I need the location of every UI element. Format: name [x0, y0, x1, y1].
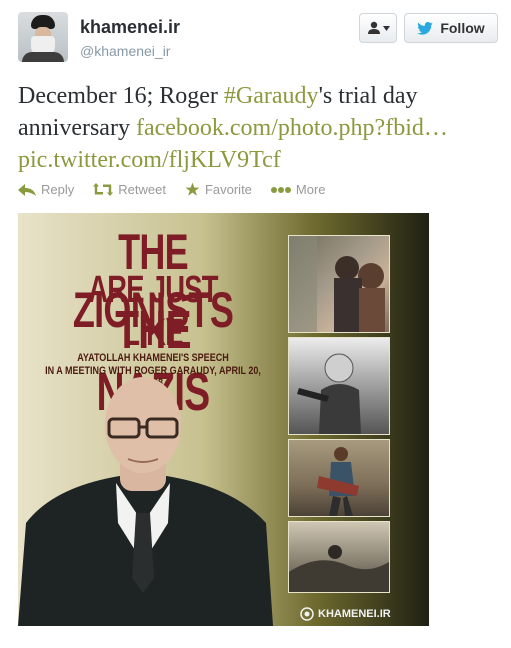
poster-subtitle-line1: AYATOLLAH KHAMENEI'S SPEECH [77, 352, 229, 364]
account-name[interactable]: khamenei.ir [80, 17, 180, 38]
retweet-label: Retweet [118, 182, 166, 197]
children-figures [289, 236, 385, 332]
logo-emblem-icon [300, 607, 314, 621]
poster-photo-rubble [288, 521, 390, 593]
more-button[interactable]: More [270, 182, 326, 197]
avatar-robe [22, 52, 64, 62]
poster-photo-man-carrying-child [288, 439, 390, 517]
favorite-label: Favorite [204, 182, 252, 197]
user-actions-button[interactable] [359, 13, 397, 43]
more-dots-icon [270, 186, 291, 193]
reply-label: Reply [41, 182, 75, 197]
facebook-link[interactable]: facebook.com/photo.php?fbid… [136, 115, 448, 141]
rubble-figure [289, 545, 389, 592]
poster-photo-boy-soldier [288, 337, 390, 435]
star-icon [185, 182, 200, 196]
reply-button[interactable]: Reply [18, 182, 74, 197]
retweet-icon [93, 183, 114, 196]
favorite-button[interactable]: Favorite [185, 182, 252, 197]
poster-portrait-man [18, 377, 273, 626]
man-child-figure [317, 447, 359, 516]
boy-soldier-figure [297, 353, 361, 434]
retweet-button[interactable]: Retweet [93, 182, 166, 197]
tweet-text-before: December 16; Roger [18, 83, 224, 109]
tweet-actions: Reply Retweet Favorite More [18, 182, 345, 197]
user-silhouette-icon [367, 21, 380, 34]
twitter-bird-icon [417, 21, 434, 35]
poster-photo-children-wall [288, 235, 390, 333]
follow-label: Follow [440, 20, 485, 36]
account-handle[interactable]: @khamenei_ir [80, 43, 170, 59]
reply-icon [18, 183, 36, 196]
more-label: More [295, 182, 326, 197]
hashtag-link[interactable]: #Garaudy [224, 83, 319, 109]
poster-logo: KHAMENEI.IR [300, 607, 391, 621]
tweet-media-image[interactable]: THE ZIONISTS ARE JUST LIKE THE NAZIS AYA… [18, 213, 429, 626]
logo-text: KHAMENEI.IR [318, 608, 391, 620]
follow-button[interactable]: Follow [404, 13, 498, 43]
avatar[interactable] [18, 12, 68, 62]
caret-down-icon [382, 25, 390, 31]
tweet-text: December 16; Roger #Garaudy's trial day … [18, 80, 498, 176]
pic-link[interactable]: pic.twitter.com/fljKLV9Tcf [18, 147, 281, 173]
